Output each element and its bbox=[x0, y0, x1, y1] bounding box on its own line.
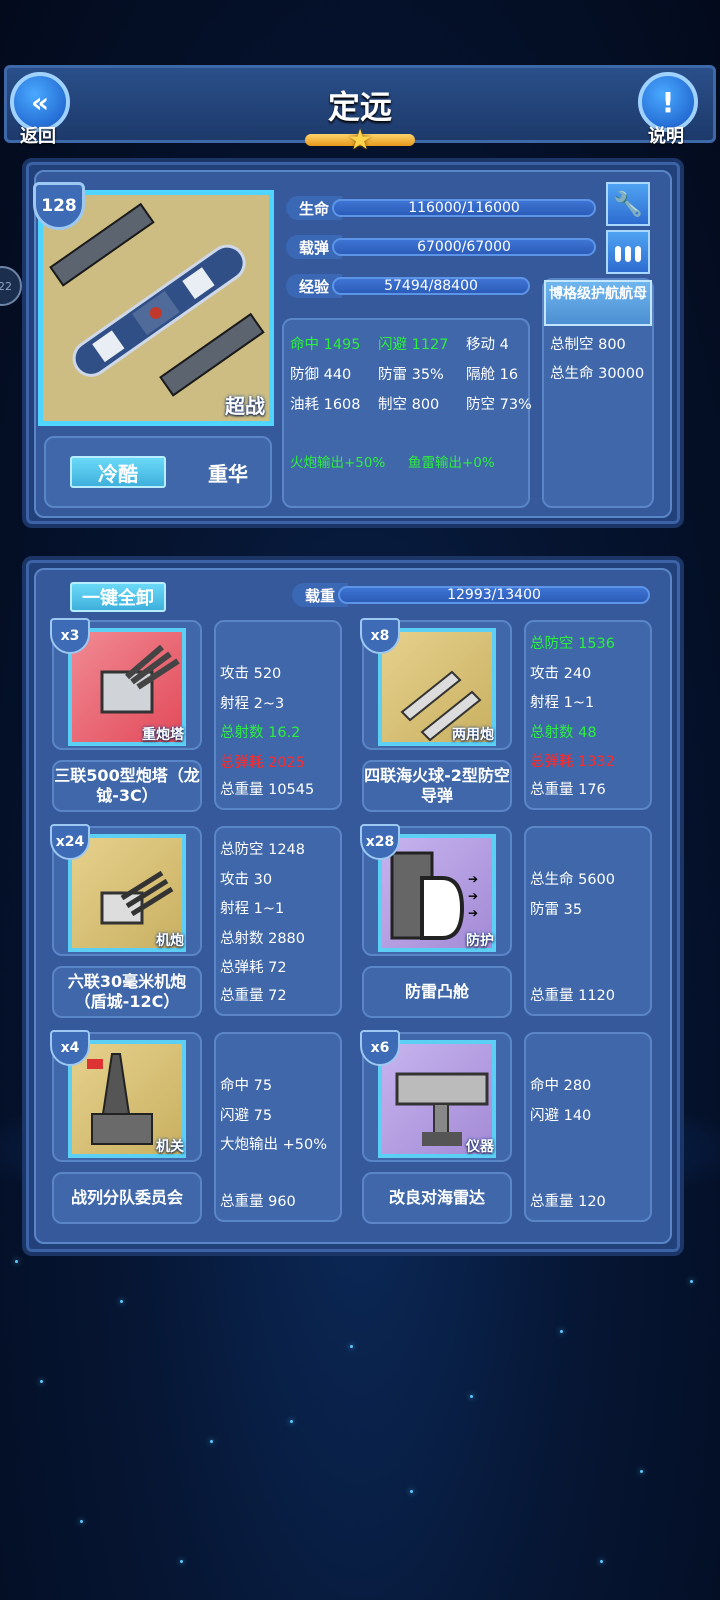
load-value: 12993/13400 bbox=[338, 586, 650, 604]
ship-stat: 命中 1495 bbox=[290, 337, 361, 353]
svg-text:➔: ➔ bbox=[468, 872, 478, 886]
help-label: 说明 bbox=[648, 126, 684, 147]
equipment-stat: 总射数 48 bbox=[530, 724, 597, 741]
equipment-stat: 总弹耗 1332 bbox=[530, 754, 616, 770]
equipment-stat: 攻击 30 bbox=[220, 871, 273, 888]
equipment-stat: 总防空 1248 bbox=[220, 842, 306, 858]
ammo-bar: 载弹 67000/67000 bbox=[286, 235, 596, 259]
equipment-name: 改良对海雷达 bbox=[362, 1172, 512, 1224]
equipment-stat: 射程 2~3 bbox=[220, 695, 285, 712]
ship-stat: 防御 440 bbox=[290, 367, 352, 383]
equipment-name: 四联海火球-2型防空导弹 bbox=[362, 760, 512, 812]
repair-button[interactable]: 🔧 bbox=[606, 182, 650, 226]
equipment-stat: 大炮输出 +50% bbox=[220, 1137, 327, 1153]
ship-level: 128 bbox=[41, 196, 77, 216]
side-badge-label: 22 bbox=[0, 279, 12, 293]
ship-stat: 鱼雷输出+0% bbox=[408, 455, 495, 471]
equipment-stat: 闪避 140 bbox=[530, 1107, 592, 1124]
ship-stat: 移动 4 bbox=[466, 337, 509, 353]
equipment-stat: 总重量 1120 bbox=[530, 988, 616, 1004]
equipment-type-tag: 防护 bbox=[466, 933, 494, 949]
equipment-stat: 总生命 5600 bbox=[530, 872, 616, 888]
equipment-stat: 总重量 120 bbox=[530, 1194, 606, 1210]
svg-text:➔: ➔ bbox=[468, 889, 478, 903]
equipment-stat: 总射数 2880 bbox=[220, 930, 306, 947]
equipment-stat: 命中 280 bbox=[530, 1078, 592, 1094]
svg-text:➔: ➔ bbox=[468, 906, 478, 920]
equipment-type-tag: 机关 bbox=[156, 1139, 184, 1155]
trait-value: 重华 bbox=[208, 462, 248, 486]
equipment-stat: 射程 1~1 bbox=[530, 695, 595, 711]
ship-stat: 油耗 1608 bbox=[290, 397, 361, 413]
equipment-stat: 防雷 35 bbox=[530, 901, 583, 918]
ship-stat: 防空 73% bbox=[466, 397, 532, 413]
hp-bar: 生命 116000/116000 bbox=[286, 196, 596, 220]
equipment-stat: 总防空 1536 bbox=[530, 636, 616, 652]
equipment-type-tag: 仪器 bbox=[466, 1139, 494, 1155]
ship-class-tag: 超战 bbox=[225, 394, 265, 418]
ship-stat: 制空 800 bbox=[378, 397, 440, 413]
equipment-stat: 命中 75 bbox=[220, 1078, 273, 1094]
page-title: 定远 bbox=[327, 88, 392, 126]
ship-stat: 火炮输出+50% bbox=[290, 455, 386, 471]
load-bar: 载重 12993/13400 bbox=[292, 583, 650, 607]
equipment-stat: 闪避 75 bbox=[220, 1107, 273, 1124]
exp-value: 57494/88400 bbox=[332, 277, 530, 295]
ammo-icon bbox=[615, 246, 641, 262]
star-icon: ★ bbox=[347, 123, 373, 156]
trait-button[interactable]: 冷酷 bbox=[70, 456, 166, 488]
escort-stat: 总生命 30000 bbox=[550, 366, 645, 382]
equipment-stat: 射程 1~1 bbox=[220, 901, 285, 917]
equipment-stat: 总射数 16.2 bbox=[220, 725, 301, 741]
equipment-stat: 总重量 960 bbox=[220, 1194, 296, 1210]
equipment-type-tag: 重炮塔 bbox=[142, 727, 184, 743]
equipment-stat: 攻击 520 bbox=[220, 666, 282, 682]
hp-value: 116000/116000 bbox=[332, 199, 596, 217]
ammo-value: 67000/67000 bbox=[332, 238, 596, 256]
ship-stat: 闪避 1127 bbox=[378, 337, 449, 353]
equipment-name: 六联30毫米机炮（盾城-12C） bbox=[52, 966, 202, 1018]
unload-all-button[interactable]: 一键全卸 bbox=[70, 582, 166, 612]
equipment-type-tag: 机炮 bbox=[156, 933, 184, 949]
exp-bar: 经验 57494/88400 bbox=[286, 274, 530, 298]
equipment-name: 战列分队委员会 bbox=[52, 1172, 202, 1224]
escort-stat: 总制空 800 bbox=[550, 337, 626, 353]
escort-carrier-button[interactable]: 博格级护航航母 bbox=[544, 280, 652, 326]
equipment-stat: 总弹耗 72 bbox=[220, 960, 287, 976]
side-level-badge: 22 bbox=[0, 266, 22, 306]
equipment-name: 三联500型炮塔（龙钺-3C） bbox=[52, 760, 202, 812]
exclamation-icon: ! bbox=[661, 85, 675, 119]
equipment-stat: 总弹耗 2025 bbox=[220, 754, 306, 771]
equipment-stat: 攻击 240 bbox=[530, 665, 592, 682]
equipment-stat: 总重量 10545 bbox=[220, 782, 315, 798]
equipment-type-tag: 两用炮 bbox=[452, 727, 494, 743]
reload-button[interactable] bbox=[606, 230, 650, 274]
ship-stat: 防雷 35% bbox=[378, 367, 444, 383]
battleship-icon bbox=[43, 195, 269, 421]
ship-stat: 隔舱 16 bbox=[466, 367, 519, 383]
equipment-stat: 总重量 176 bbox=[530, 782, 606, 798]
equipment-stat: 总重量 72 bbox=[220, 988, 287, 1004]
equipment-name: 防雷凸舱 bbox=[362, 966, 512, 1018]
wrench-icon: 🔧 bbox=[613, 190, 643, 218]
